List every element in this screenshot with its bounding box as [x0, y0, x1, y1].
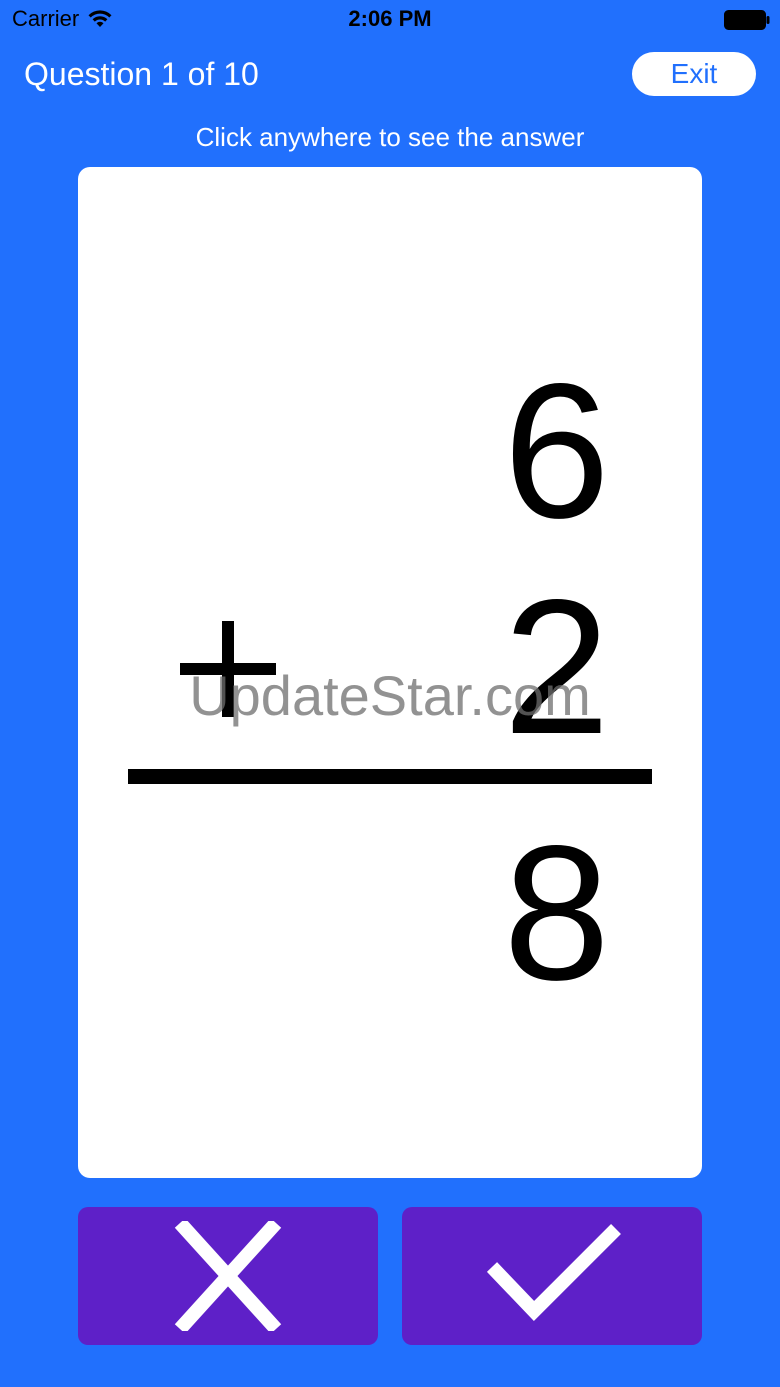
x-mark-icon	[174, 1221, 282, 1331]
question-counter: Question 1 of 10	[24, 56, 259, 92]
answer-number: 8	[503, 805, 610, 1020]
checkmark-icon	[486, 1224, 621, 1322]
bottom-number: 2	[503, 559, 610, 774]
top-number: 6	[503, 343, 610, 558]
status-time: 2:06 PM	[348, 6, 432, 31]
plus-icon	[180, 621, 276, 717]
flash-card[interactable]: 6 2 8 UpdateStar.com	[78, 167, 702, 1178]
wrong-answer-button[interactable]	[78, 1207, 378, 1345]
right-answer-button[interactable]	[402, 1207, 702, 1345]
battery-icon	[724, 10, 770, 30]
sum-divider	[128, 769, 652, 784]
exit-button[interactable]: Exit	[632, 52, 756, 96]
status-bar: Carrier 2:06 PM	[0, 0, 780, 40]
hint-text: Click anywhere to see the answer	[195, 122, 585, 152]
